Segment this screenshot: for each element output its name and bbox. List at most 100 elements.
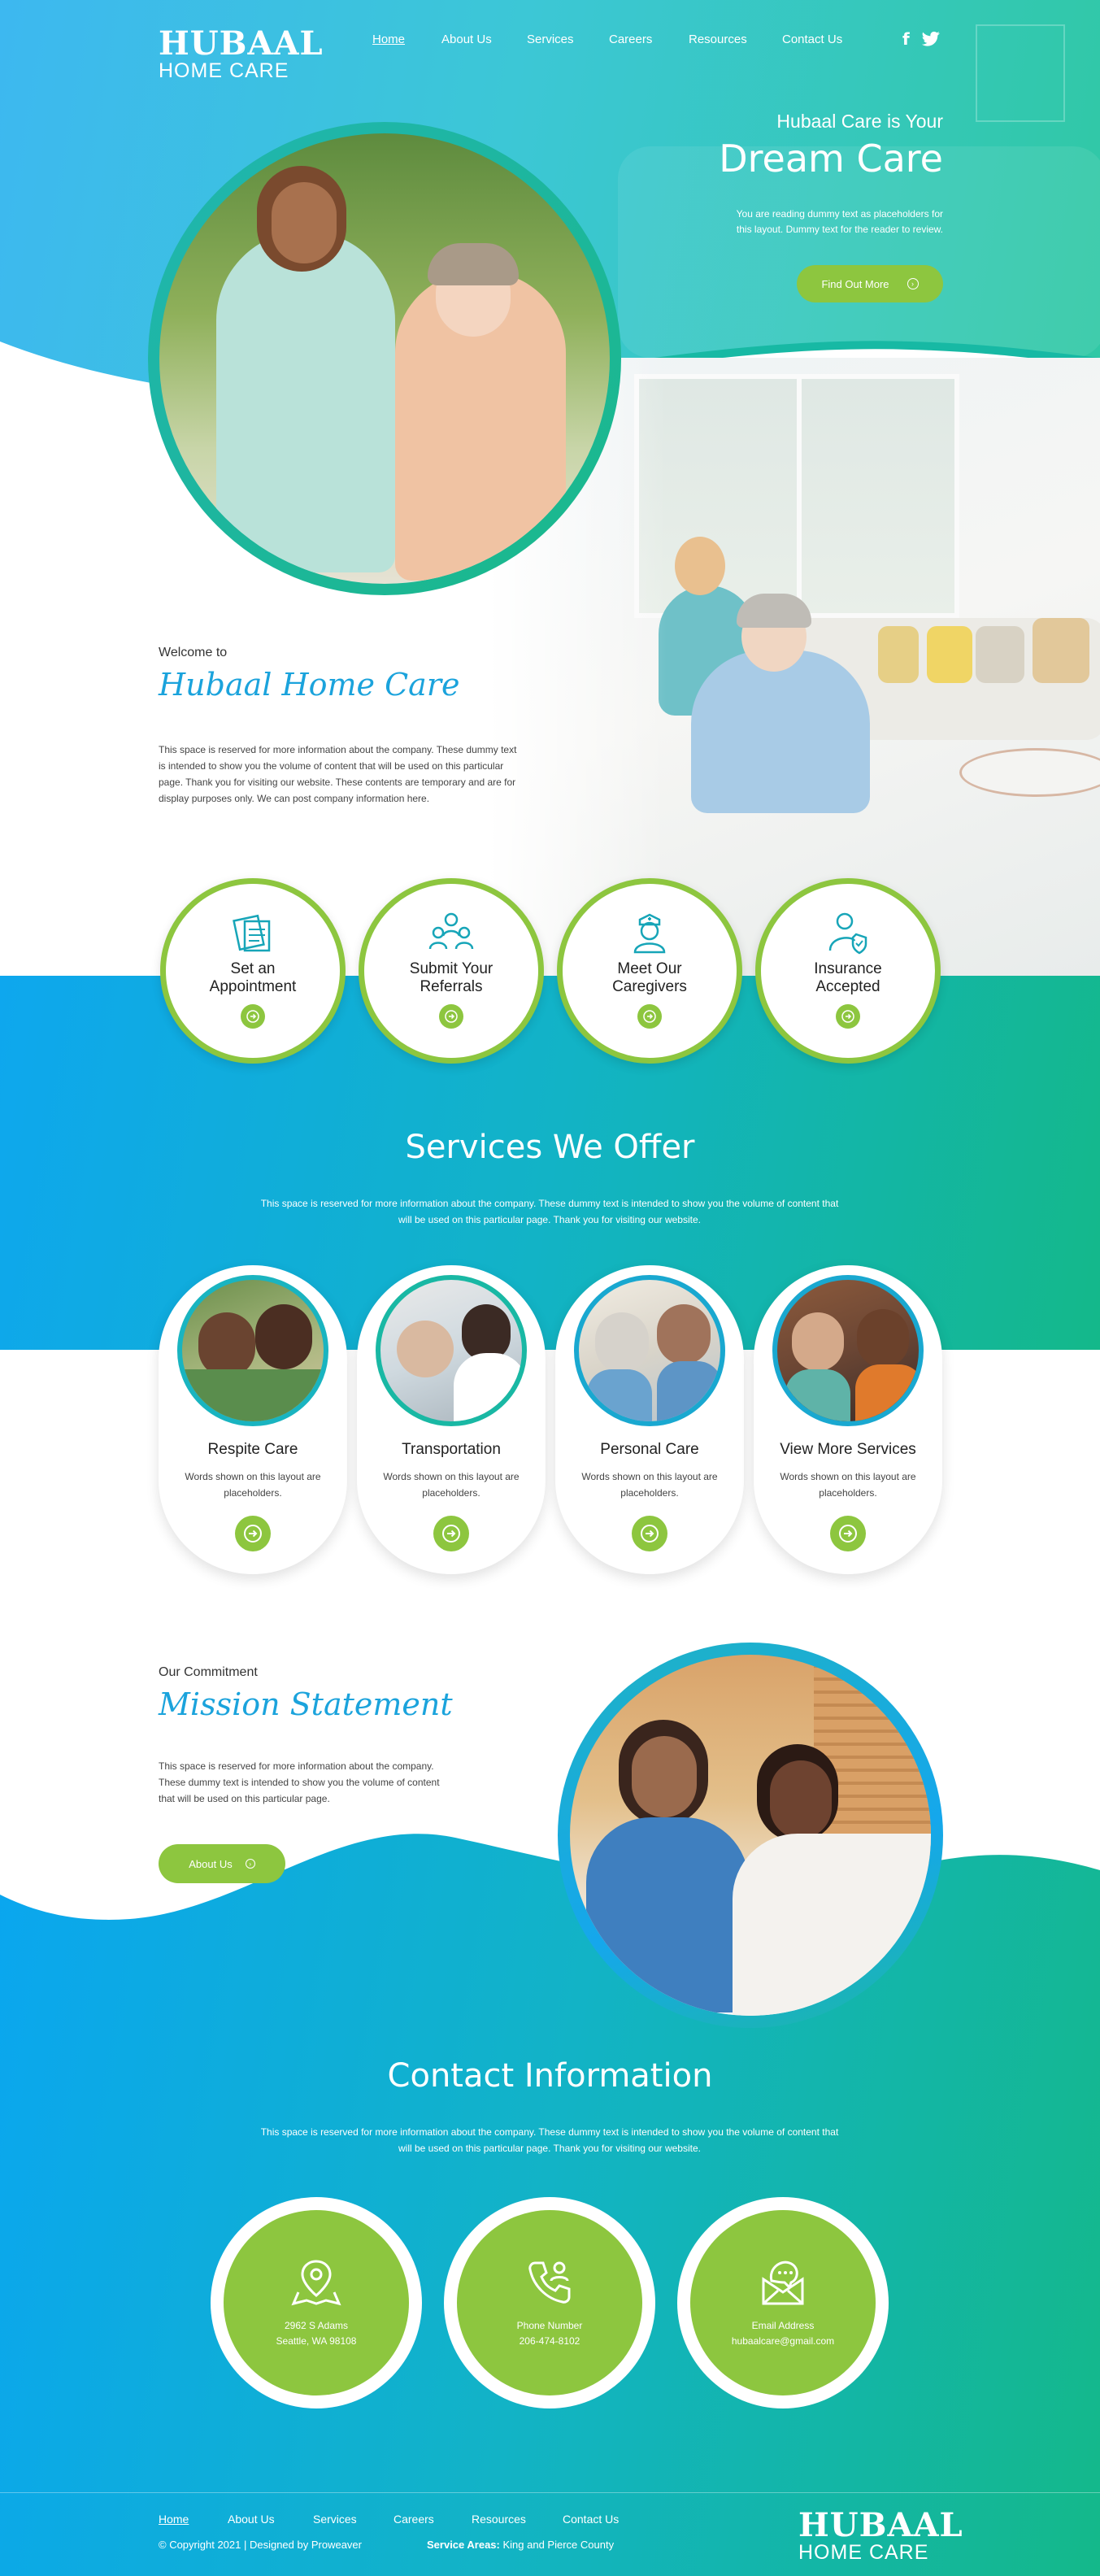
welcome-line: This space is reserved for more informat… [159, 744, 517, 755]
person-shape [255, 1304, 312, 1369]
address-line: Seattle, WA 98108 [276, 2335, 357, 2347]
phone-number[interactable]: 206-474-8102 [520, 2334, 580, 2349]
service-title: Transportation [402, 1441, 501, 1458]
find-out-more-button[interactable]: Find Out More › [797, 265, 943, 302]
service-desc: Words shown on this layout are placeholde… [581, 1471, 718, 1499]
arrow-right-icon[interactable] [439, 1004, 463, 1029]
patient-figure [733, 1834, 931, 2016]
services-desc-line: This space is reserved for more informat… [260, 1198, 839, 1209]
service-photo [177, 1275, 328, 1426]
welcome-description: This space is reserved for more informat… [159, 742, 581, 807]
twitter-icon[interactable] [922, 31, 940, 47]
referrals-icon [428, 912, 474, 950]
email-label: Email Address [751, 2320, 815, 2331]
about-us-button[interactable]: About Us › [159, 1844, 285, 1883]
arrow-right-icon[interactable] [241, 1004, 265, 1029]
service-card-view-more[interactable]: View More Services Words shown on this l… [754, 1265, 942, 1574]
phone-label: Phone Number [516, 2320, 583, 2331]
person-shape [595, 1312, 649, 1373]
nurse-icon [633, 913, 666, 954]
hero-desc-line: You are reading dummy text as placeholde… [736, 208, 943, 220]
service-desc: Words shown on this layout are placeholde… [185, 1471, 321, 1499]
person-shape [792, 1312, 844, 1371]
mission-photo-frame [558, 1643, 943, 2028]
footer-link-contact-us[interactable]: Contact Us [563, 2513, 619, 2526]
feature-label: Meet Our Caregivers [612, 960, 687, 995]
services-heading: Services We Offer [405, 1129, 695, 1166]
nav-about-us[interactable]: About Us [441, 33, 492, 46]
mail-icon [762, 2261, 804, 2305]
welcome-line: display purposes only. We can post compa… [159, 793, 430, 804]
contact-email-inner: Email Address hubaalcare@gmail.com [690, 2210, 876, 2395]
contact-desc-line: will be used on this particular page. Th… [398, 2143, 701, 2154]
clothing-shape [454, 1353, 522, 1421]
nav-resources[interactable]: Resources [689, 33, 747, 46]
contact-desc-line: This space is reserved for more informat… [260, 2126, 839, 2138]
mission-line: This space is reserved for more informat… [159, 1760, 434, 1772]
feature-insurance-accepted[interactable]: Insurance Accepted [755, 878, 941, 1064]
hero-description: You are reading dummy text as placeholde… [618, 207, 943, 237]
nav-home[interactable]: Home [372, 33, 405, 46]
mission-script-title: Mission Statement [159, 1686, 453, 1722]
contact-email[interactable]: Email Address hubaalcare@gmail.com [677, 2197, 889, 2408]
service-card-transportation[interactable]: Transportation Words shown on this layou… [357, 1265, 546, 1574]
service-areas: Service Areas: King and Pierce County [427, 2539, 614, 2551]
patient-face [770, 1760, 832, 1838]
welcome-line: page. Thank you for visiting our website… [159, 777, 516, 788]
copyright: © Copyright 2021 | Designed by Proweaver [159, 2539, 362, 2551]
footer-link-careers[interactable]: Careers [393, 2513, 434, 2526]
nav-careers[interactable]: Careers [609, 33, 652, 46]
logo-subtitle: HOME CARE [159, 59, 289, 82]
feature-label: Submit Your Referrals [409, 960, 493, 995]
feature-label: Insurance Accepted [814, 960, 882, 995]
arrow-right-icon[interactable] [433, 1516, 469, 1551]
feature-meet-caregivers[interactable]: Meet Our Caregivers [557, 878, 742, 1064]
senior-hair [428, 243, 519, 285]
service-card-personal-care[interactable]: Personal Care Words shown on this layout… [555, 1265, 744, 1574]
person-shape [657, 1304, 711, 1364]
arrow-right-icon[interactable] [235, 1516, 271, 1551]
service-title: Personal Care [600, 1441, 699, 1458]
arrow-right-icon[interactable] [836, 1004, 860, 1029]
nav-services[interactable]: Services [527, 33, 574, 46]
footer-link-about-us[interactable]: About Us [228, 2513, 275, 2526]
phone-icon [528, 2261, 571, 2304]
contact-phone-inner: Phone Number 206-474-8102 [457, 2210, 642, 2395]
nav-contact-us[interactable]: Contact Us [782, 33, 842, 46]
footer-divider [0, 2492, 1100, 2493]
services-desc-line: will be used on this particular page. Th… [398, 1214, 701, 1225]
clothing-shape [855, 1364, 919, 1421]
service-areas-label: Service Areas: [427, 2539, 500, 2551]
table-shape [959, 748, 1100, 797]
contact-description: This space is reserved for more informat… [224, 2124, 875, 2156]
logo[interactable]: HUBAAL HOME CARE [159, 28, 324, 82]
arrow-right-icon[interactable] [632, 1516, 667, 1551]
footer-logo[interactable]: HUBAAL HOME CARE [798, 2509, 963, 2564]
hero-bg-frame [976, 24, 1065, 122]
footer-link-services[interactable]: Services [313, 2513, 357, 2526]
footer-logo-subtitle: HOME CARE [798, 2541, 929, 2564]
contact-address-inner: 2962 S Adams Seattle, WA 98108 [224, 2210, 409, 2395]
find-out-more-label: Find Out More [821, 277, 889, 290]
person-shape [857, 1309, 909, 1368]
contact-phone[interactable]: Phone Number 206-474-8102 [444, 2197, 655, 2408]
hero-tagline: Hubaal Care is Your [776, 111, 943, 132]
facebook-icon[interactable]: f [902, 29, 910, 49]
arrow-right-icon[interactable] [637, 1004, 662, 1029]
footer-link-home[interactable]: Home [159, 2513, 189, 2526]
email-address[interactable]: hubaalcare@gmail.com [732, 2334, 834, 2349]
service-card-respite-care[interactable]: Respite Care Words shown on this layout … [159, 1265, 347, 1574]
pillow-gold [1033, 618, 1089, 683]
feature-set-appointment[interactable]: Set an Appointment [160, 878, 346, 1064]
arrow-right-icon[interactable] [830, 1516, 866, 1551]
arrow-right-icon: › [245, 1859, 255, 1869]
clothing-shape [587, 1369, 652, 1421]
person-shape [397, 1321, 454, 1377]
welcome-line: is intended to show you the volume of co… [159, 760, 504, 772]
feature-submit-referrals[interactable]: Submit Your Referrals [359, 878, 544, 1064]
footer-link-resources[interactable]: Resources [472, 2513, 526, 2526]
service-photo [772, 1275, 924, 1426]
pillow-yellow [927, 626, 972, 683]
mission-line: that will be used on this particular pag… [159, 1793, 330, 1804]
insurance-icon [828, 912, 867, 955]
